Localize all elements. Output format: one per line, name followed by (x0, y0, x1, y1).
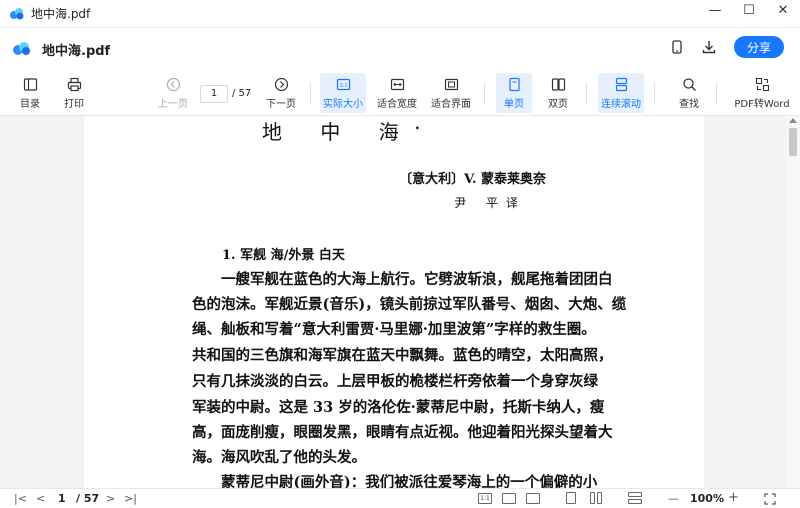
toolbar: 目录 打印 上一页 1 / 57 下一页 1:1 实际大小 适合宽度 适合界面 … (0, 70, 800, 116)
fit-width-button[interactable]: 适合宽度 (374, 73, 420, 113)
first-page-button[interactable]: |< (14, 492, 27, 505)
double-page-small-left[interactable] (590, 492, 595, 504)
print-button[interactable]: 打印 (58, 73, 90, 113)
toolbar-divider (310, 82, 311, 104)
actual-size-label: 实际大小 (323, 98, 363, 110)
prev-page-small-button[interactable]: < (36, 492, 45, 505)
cloud-logo-icon (13, 42, 30, 55)
paragraph-line: 蒙蒂尼中尉(画外音)：我们被派往爱琴海上的一个偏僻的小 (192, 474, 598, 488)
zoom-in-button[interactable]: + (728, 490, 739, 505)
paragraph-line: 高，面庞削瘦，眼圈发黑，眼睛有点近视。他迎着阳光探头望着大 (192, 424, 613, 441)
maximize-button[interactable]: ☐ (732, 0, 766, 20)
window-titlebar: 地中海.pdf — ☐ ✕ (0, 0, 800, 28)
vertical-scrollbar[interactable] (786, 116, 800, 488)
actual-size-icon: 1:1 (336, 78, 350, 90)
paragraph-line: 绳、舢板和写着“意大利雷贾·马里娜·加里波第”字样的救生圈。 (192, 321, 596, 338)
fit-width-icon (390, 78, 404, 90)
continuous-small-bottom[interactable] (628, 499, 642, 504)
window-controls: — ☐ ✕ (698, 0, 800, 28)
prev-page-label: 上一页 (158, 98, 188, 110)
prev-page-button[interactable]: 上一页 (154, 73, 192, 113)
continuous-scroll-button[interactable]: 连续滚动 (598, 73, 644, 113)
app-header: 地中海.pdf 分享 (0, 28, 800, 70)
last-page-button[interactable]: >| (124, 492, 137, 505)
status-page-current[interactable]: 1 (58, 492, 66, 505)
actual-size-icon-text: 1:1 (339, 83, 347, 89)
status-bar: |< < 1 / 57 > >| 1:1 — 100% + (0, 488, 800, 508)
arrow-right-circle-icon (274, 77, 288, 91)
single-page-label: 单页 (504, 98, 524, 110)
pdf-to-word-button[interactable]: PDF转Word (730, 73, 794, 113)
double-page-label: 双页 (548, 98, 568, 110)
window-title: 地中海.pdf (31, 7, 91, 21)
single-page-button[interactable]: 单页 (496, 73, 532, 113)
contents-label: 目录 (20, 98, 40, 110)
page-total: / 57 (232, 88, 252, 99)
arrow-left-circle-icon (166, 77, 180, 91)
fit-page-label: 适合界面 (431, 98, 471, 110)
double-page-icon (551, 77, 565, 91)
find-button[interactable]: 查找 (672, 73, 706, 113)
toolbar-divider (716, 82, 717, 104)
continuous-scroll-icon (615, 77, 627, 91)
status-page-total: / 57 (76, 492, 100, 505)
page-number-input[interactable]: 1 (200, 85, 228, 103)
document-title: 地 中 海• (262, 120, 421, 144)
search-icon (682, 77, 696, 91)
print-label: 打印 (64, 98, 84, 110)
contents-icon (23, 77, 37, 91)
paragraph-line: 共和国的三色旗和海军旗在蓝天中飘舞。蓝色的晴空，太阳高照， (192, 347, 613, 364)
minimize-button[interactable]: — (698, 0, 732, 20)
contents-button[interactable]: 目录 (14, 73, 46, 113)
double-page-small-right[interactable] (597, 492, 602, 504)
share-button[interactable]: 分享 (734, 36, 784, 58)
paragraph-line: 海。海风吹乱了他的头发。 (192, 449, 366, 466)
fit-width-label: 适合宽度 (377, 98, 417, 110)
pdf-to-word-label: PDF转Word (734, 98, 790, 110)
section-heading: 1. 军舰 海/外景 白天 (222, 248, 345, 263)
continuous-scroll-label: 连续滚动 (601, 98, 641, 110)
single-page-small-button[interactable] (566, 492, 576, 504)
continuous-small-top[interactable] (628, 492, 642, 497)
title-footnote-mark: • (414, 124, 421, 135)
double-page-button[interactable]: 双页 (540, 73, 576, 113)
pdf-page: 地 中 海• 〔意大利〕V. 蒙泰莱奥奈 尹 平译 1. 军舰 海/外景 白天 … (84, 116, 704, 488)
next-page-label: 下一页 (266, 98, 296, 110)
toolbar-divider (586, 82, 587, 104)
document-canvas[interactable]: 地 中 海• 〔意大利〕V. 蒙泰莱奥奈 尹 平译 1. 军舰 海/外景 白天 … (0, 116, 800, 488)
phone-icon[interactable] (670, 40, 684, 54)
single-page-icon (508, 77, 520, 91)
download-icon[interactable] (702, 40, 716, 54)
toolbar-divider (484, 82, 485, 104)
fit-page-icon (444, 78, 458, 90)
next-page-small-button[interactable]: > (106, 492, 115, 505)
toolbar-divider (654, 82, 655, 104)
scroll-up-icon[interactable] (789, 118, 797, 123)
fit-page-button[interactable]: 适合界面 (428, 73, 474, 113)
app-logo-icon (10, 7, 24, 19)
next-page-button[interactable]: 下一页 (262, 73, 300, 113)
zoom-out-button[interactable]: — (668, 492, 679, 505)
scroll-thumb[interactable] (789, 128, 797, 156)
fit-width-small-button[interactable] (502, 493, 516, 504)
document-author: 〔意大利〕V. 蒙泰莱奥奈 (399, 172, 546, 187)
zoom-level[interactable]: 100% (690, 492, 724, 505)
document-translator: 尹 平译 (454, 196, 526, 210)
actual-size-button[interactable]: 1:1 实际大小 (320, 73, 366, 113)
paragraph-line: 军装的中尉。这是 33 岁的洛伦佐·蒙蒂尼中尉，托斯卡纳人，瘦 (192, 399, 605, 416)
printer-icon (67, 77, 81, 91)
fullscreen-icon[interactable] (764, 493, 776, 505)
close-button[interactable]: ✕ (766, 0, 800, 20)
paragraph-line: 色的泡沫。军舰近景(音乐)，镜头前掠过军队番号、烟囱、大炮、缆 (192, 296, 627, 313)
convert-icon (755, 77, 769, 91)
actual-size-small-button[interactable]: 1:1 (478, 493, 492, 504)
file-name: 地中海.pdf (42, 43, 111, 59)
paragraph-line: 一艘军舰在蓝色的大海上航行。它劈波斩浪，舰尾拖着团团白 (192, 271, 613, 288)
find-label: 查找 (679, 98, 699, 110)
paragraph-line: 只有几抹淡淡的白云。上层甲板的桅楼栏杆旁依着一个身穿灰绿 (192, 373, 598, 390)
fit-page-small-button[interactable] (526, 493, 540, 504)
